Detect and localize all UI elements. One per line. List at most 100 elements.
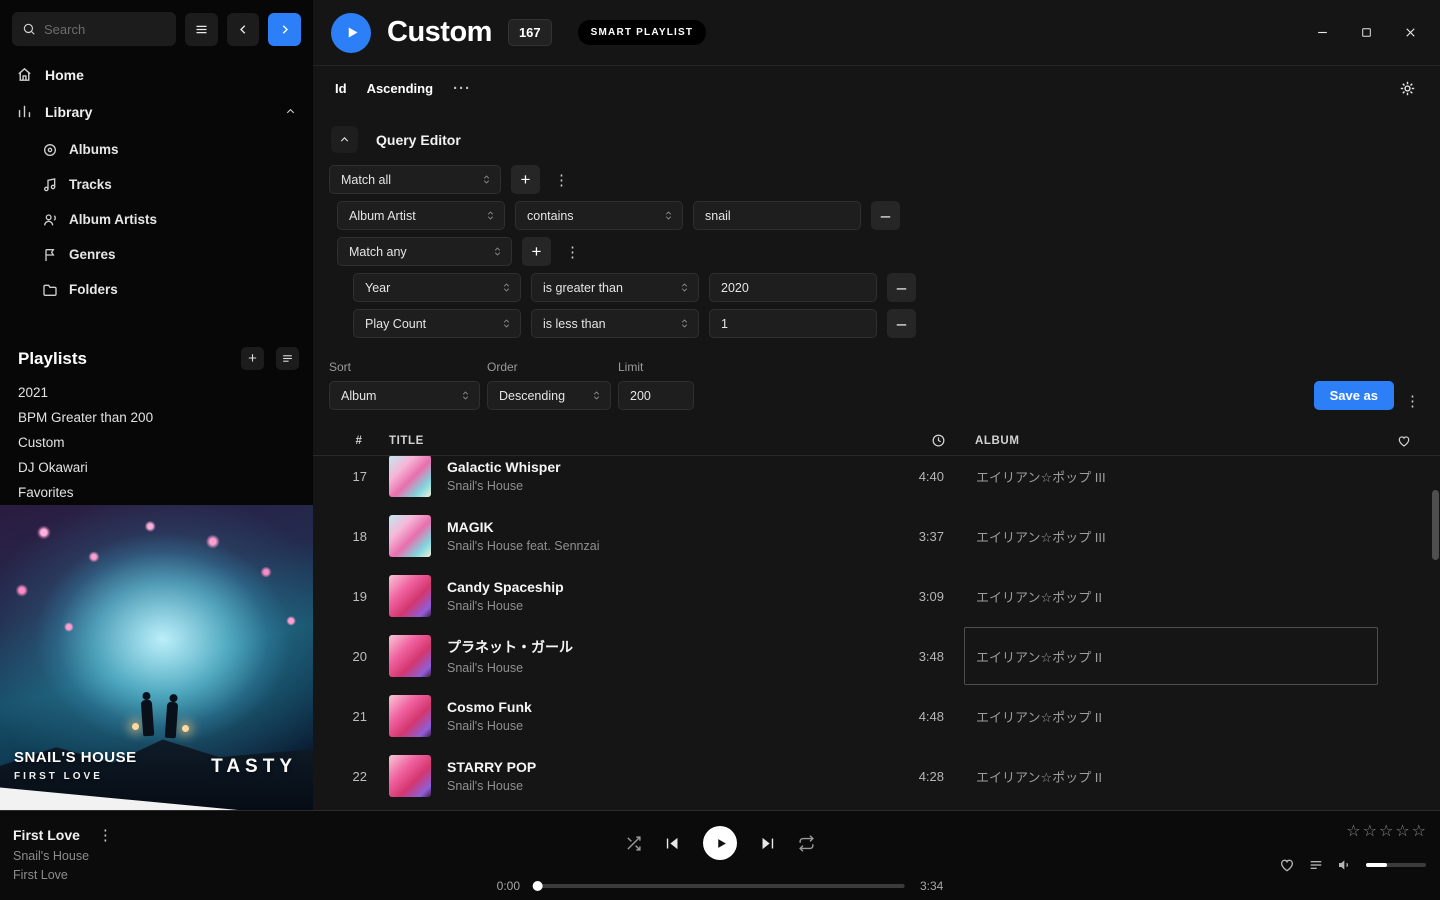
- track-row[interactable]: 20 プラネット・ガール Snail's House 3:48 エイリアン☆ポッ…: [313, 626, 1440, 686]
- order-select[interactable]: Descending: [487, 381, 611, 410]
- album-link[interactable]: エイリアン☆ポップ II: [976, 707, 1102, 726]
- playlist-item[interactable]: Favorites: [0, 480, 313, 505]
- search-input[interactable]: [44, 22, 154, 37]
- playlist-item[interactable]: BPM Greater than 200: [0, 405, 313, 430]
- rule-operator-select[interactable]: is less than: [531, 309, 699, 338]
- remove-rule-button[interactable]: –: [887, 309, 916, 338]
- volume-slider[interactable]: [1366, 863, 1426, 867]
- sidebar-item-album-artists[interactable]: Album Artists: [0, 202, 313, 237]
- sort-direction-button[interactable]: Ascending: [367, 81, 433, 96]
- play-pause-button[interactable]: [703, 826, 737, 860]
- album-link[interactable]: エイリアン☆ポップ III: [976, 467, 1106, 486]
- track-artist[interactable]: Snail's House: [447, 661, 573, 675]
- close-button[interactable]: [1403, 25, 1418, 40]
- remove-rule-button[interactable]: –: [871, 201, 900, 230]
- rule-value-input[interactable]: [693, 201, 861, 230]
- playlist-item[interactable]: 2021: [0, 380, 313, 405]
- now-playing-options-button[interactable]: ⋮: [94, 826, 117, 844]
- playlist-item[interactable]: DJ Okawari: [0, 455, 313, 480]
- track-title[interactable]: STARRY POP: [447, 759, 536, 775]
- rule-field-select[interactable]: Album Artist: [337, 201, 505, 230]
- track-row[interactable]: 18 MAGIK Snail's House feat. Sennzai 3:3…: [313, 506, 1440, 566]
- track-artist[interactable]: Snail's House: [447, 599, 564, 613]
- repeat-button[interactable]: [798, 835, 815, 852]
- settings-button[interactable]: [1399, 80, 1416, 97]
- album-link[interactable]: エイリアン☆ポップ II: [976, 587, 1102, 606]
- album-link[interactable]: エイリアン☆ポップ II: [976, 647, 1102, 666]
- previous-track-button[interactable]: [664, 835, 681, 852]
- sort-select[interactable]: Album: [329, 381, 480, 410]
- rule-field-select[interactable]: Year: [353, 273, 521, 302]
- track-title[interactable]: Cosmo Funk: [447, 699, 532, 715]
- subgroup-match-type-select[interactable]: Match any: [337, 237, 512, 266]
- rule-operator-select[interactable]: contains: [515, 201, 683, 230]
- volume-button[interactable]: [1337, 857, 1353, 873]
- seek-slider[interactable]: [535, 884, 905, 888]
- track-album-cell[interactable]: エイリアン☆ポップ II: [964, 747, 1378, 805]
- play-playlist-button[interactable]: [331, 13, 371, 53]
- rule-value-input[interactable]: [709, 309, 877, 338]
- column-header-title[interactable]: TITLE: [389, 435, 894, 447]
- track-album-cell[interactable]: エイリアン☆ポップ III: [964, 507, 1378, 565]
- track-album-cell[interactable]: エイリアン☆ポップ II: [964, 627, 1378, 685]
- track-artist[interactable]: Snail's House: [447, 719, 532, 733]
- shuffle-button[interactable]: [625, 835, 642, 852]
- favorite-column-icon[interactable]: [1397, 434, 1411, 448]
- now-playing-artist[interactable]: Snail's House: [13, 849, 117, 863]
- track-album-cell[interactable]: エイリアン☆ポップ II: [964, 567, 1378, 625]
- sidebar-item-home[interactable]: Home: [0, 56, 313, 93]
- nav-back-button[interactable]: [227, 13, 260, 46]
- track-artist[interactable]: Snail's House: [447, 779, 536, 793]
- track-artist[interactable]: Snail's House: [447, 479, 561, 493]
- add-playlist-button[interactable]: +: [241, 347, 264, 370]
- save-options-button[interactable]: ⋮: [1401, 392, 1424, 410]
- limit-input[interactable]: [618, 381, 694, 410]
- sidebar-item-library[interactable]: Library: [0, 93, 313, 130]
- now-playing-artwork[interactable]: SNAIL'S HOUSE FIRST LOVE TASTY: [0, 505, 313, 810]
- track-title[interactable]: Candy Spaceship: [447, 579, 564, 595]
- favorite-button[interactable]: [1279, 857, 1295, 873]
- sidebar-item-albums[interactable]: Albums: [0, 132, 313, 167]
- track-row[interactable]: 19 Candy Spaceship Snail's House 3:09 エイ…: [313, 566, 1440, 626]
- column-header-index[interactable]: #: [356, 435, 363, 447]
- sidebar-item-genres[interactable]: Genres: [0, 237, 313, 272]
- match-type-select[interactable]: Match all: [329, 165, 501, 194]
- star-icon[interactable]: ☆: [1412, 824, 1426, 840]
- track-title[interactable]: MAGIK: [447, 519, 599, 535]
- star-icon[interactable]: ☆: [1346, 824, 1360, 840]
- duration-column-icon[interactable]: [931, 433, 964, 448]
- track-row[interactable]: 21 Cosmo Funk Snail's House 4:48 エイリアン☆ポ…: [313, 686, 1440, 746]
- menu-button[interactable]: [185, 13, 218, 46]
- track-title[interactable]: プラネット・ガール: [447, 637, 573, 657]
- add-rule-button[interactable]: +: [522, 237, 551, 266]
- star-icon[interactable]: ☆: [1379, 824, 1393, 840]
- playlist-item[interactable]: Custom: [0, 430, 313, 455]
- rule-operator-select[interactable]: is greater than: [531, 273, 699, 302]
- rule-value-input[interactable]: [709, 273, 877, 302]
- next-track-button[interactable]: [759, 835, 776, 852]
- sidebar-item-folders[interactable]: Folders: [0, 272, 313, 307]
- group-options-button[interactable]: ⋮: [550, 171, 573, 189]
- more-options-button[interactable]: ···: [453, 80, 471, 97]
- collapse-query-editor-button[interactable]: [331, 126, 358, 153]
- seek-handle[interactable]: [533, 881, 543, 891]
- sidebar-item-tracks[interactable]: Tracks: [0, 167, 313, 202]
- nav-forward-button[interactable]: [268, 13, 301, 46]
- sort-field-button[interactable]: Id: [335, 81, 347, 96]
- now-playing-title[interactable]: First Love: [13, 827, 80, 843]
- album-link[interactable]: エイリアン☆ポップ III: [976, 527, 1106, 546]
- save-as-button[interactable]: Save as: [1314, 381, 1394, 410]
- track-album-cell[interactable]: エイリアン☆ポップ II: [964, 687, 1378, 745]
- track-row[interactable]: 22 STARRY POP Snail's House 4:28 エイリアン☆ポ…: [313, 746, 1440, 806]
- queue-button[interactable]: [1308, 857, 1324, 873]
- search-input-container[interactable]: [12, 12, 176, 46]
- group-options-button[interactable]: ⋮: [561, 243, 584, 261]
- playlist-list-options-button[interactable]: [276, 347, 299, 370]
- track-artist[interactable]: Snail's House feat. Sennzai: [447, 539, 599, 553]
- remove-rule-button[interactable]: –: [887, 273, 916, 302]
- add-rule-button[interactable]: +: [511, 165, 540, 194]
- maximize-button[interactable]: [1360, 26, 1373, 39]
- rule-field-select[interactable]: Play Count: [353, 309, 521, 338]
- column-header-album[interactable]: ALBUM: [964, 435, 1384, 447]
- album-link[interactable]: エイリアン☆ポップ II: [976, 767, 1102, 786]
